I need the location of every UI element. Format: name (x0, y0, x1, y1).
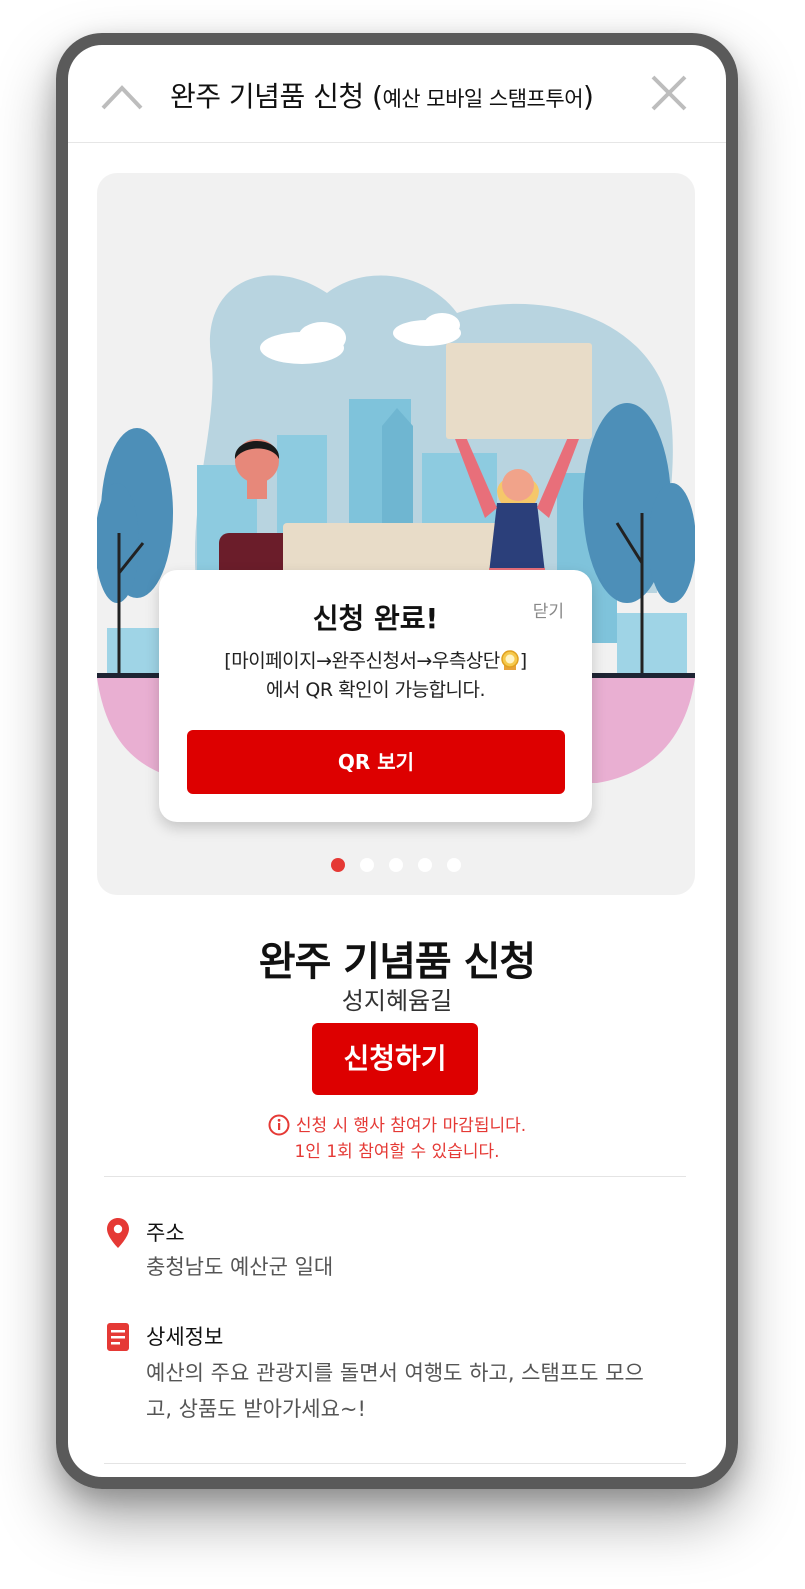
carousel-dot-3[interactable] (389, 858, 403, 872)
chevron-up-icon[interactable] (100, 75, 144, 115)
details-label: 상세정보 (146, 1325, 224, 1349)
details-line1: 예산의 주요 관광지를 돌면서 여행도 하고, 스탬프도 모으 (146, 1361, 644, 1385)
document-icon (107, 1323, 129, 1351)
address-label: 주소 (146, 1221, 185, 1245)
address-value: 충청남도 예산군 일대 (146, 1255, 334, 1279)
notice-line1: 신청 시 행사 참여가 마감됩니다. (295, 1116, 527, 1136)
product-title: 완주 기념품 신청 (258, 939, 536, 985)
top-bar: 완주 기념품 신청 (예산 모바일 스탬프투어) (68, 45, 726, 143)
divider-bottom (104, 1463, 686, 1464)
modal-close-button[interactable]: 닫기 (533, 597, 564, 622)
info-icon (268, 1114, 290, 1136)
screen: 완주 기념품 신청 (예산 모바일 스탬프투어) 신청 완료! 닫기 [마이페이… (68, 45, 726, 1477)
carousel-dot-2[interactable] (359, 858, 374, 872)
title-subtitle: 예산 모바일 스탬프투어 (382, 87, 584, 111)
divider (104, 1176, 686, 1177)
apply-button[interactable]: 신청하기 (312, 1023, 478, 1095)
details-text: 예산의 주요 관광지를 돌면서 여행도 하고, 스탬프도 모으 고, 상품도 받… (146, 1355, 696, 1427)
carousel-indicator (97, 857, 695, 873)
location-pin-icon (107, 1218, 129, 1248)
phone-frame: 완주 기념품 신청 (예산 모바일 스탬프투어) 신청 완료! 닫기 [마이페이… (56, 33, 738, 1489)
product-subtitle: 성지혜윰길 (341, 987, 453, 1015)
modal-message-line2: 에서 QR 확인이 가능합니다. (265, 679, 486, 701)
modal-title: 신청 완료! (312, 602, 439, 635)
modal-message-line1-end: ] (519, 650, 527, 672)
modal-message-line1: [마이페이지→완주신청서→우측상단 (224, 650, 500, 672)
modal-message: [마이페이지→완주신청서→우측상단] 에서 QR 확인이 가능합니다. (159, 647, 592, 705)
image-carousel[interactable]: 신청 완료! 닫기 [마이페이지→완주신청서→우측상단] 에서 QR 확인이 가… (97, 173, 695, 895)
title-main: 완주 기념품 신청 (170, 80, 364, 113)
application-complete-modal: 신청 완료! 닫기 [마이페이지→완주신청서→우측상단] 에서 QR 확인이 가… (159, 570, 592, 822)
participation-notice: 신청 시 행사 참여가 마감됩니다. 1인 1회 참여할 수 있습니다. (68, 1113, 726, 1165)
carousel-dot-1[interactable] (330, 858, 345, 872)
page-title: 완주 기념품 신청 (예산 모바일 스탬프투어) (170, 80, 594, 113)
carousel-dot-5[interactable] (447, 858, 462, 872)
notice-line2: 1인 1회 참여할 수 있습니다. (294, 1142, 500, 1162)
carousel-dot-4[interactable] (418, 858, 433, 872)
view-qr-button[interactable]: QR 보기 (187, 730, 565, 794)
medal-icon (501, 650, 519, 670)
details-line2: 고, 상품도 받아가세요~! (146, 1397, 366, 1421)
close-icon[interactable] (650, 74, 688, 112)
